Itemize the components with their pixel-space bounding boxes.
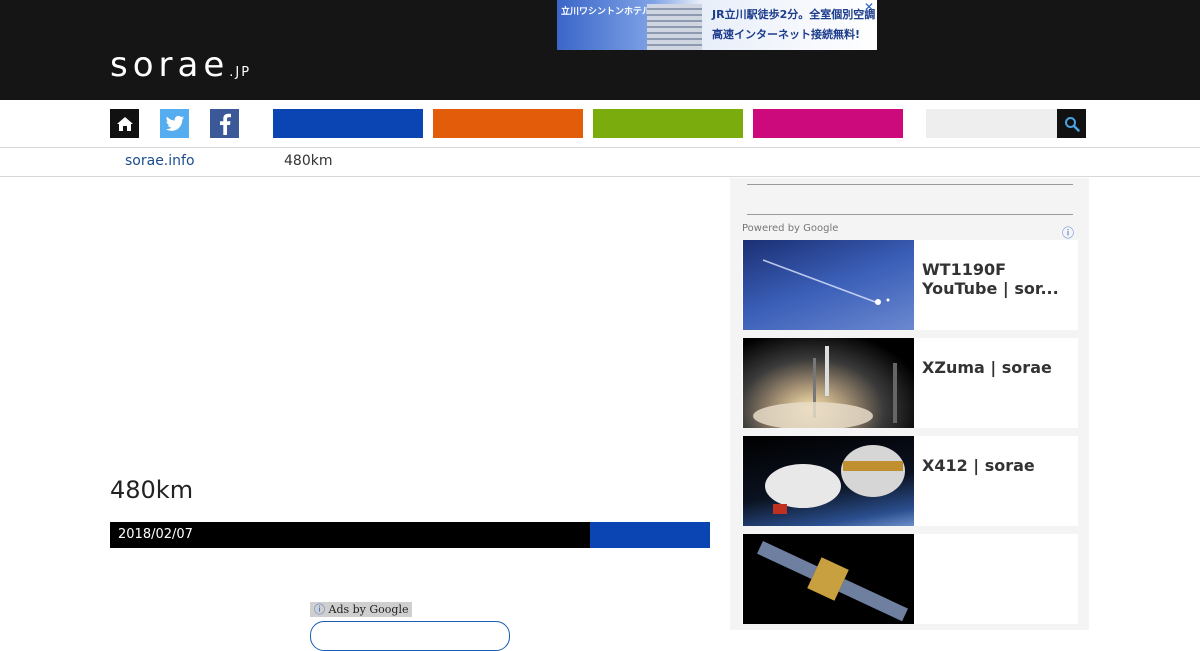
breadcrumb-current: 480km xyxy=(284,153,333,169)
logo-text: sorae xyxy=(110,45,230,85)
sidebar-divider xyxy=(747,184,1073,185)
sidebar: Powered by Google ⓘ WT1190F YouTube | so… xyxy=(730,178,1089,630)
home-button[interactable] xyxy=(110,109,139,138)
twitter-icon xyxy=(165,115,184,131)
ad-line-2: 高速インターネット接続無料! xyxy=(712,28,861,41)
related-article-card[interactable]: WT1190F YouTube | sor... xyxy=(742,240,1078,330)
related-article-card[interactable]: X412 | sorae xyxy=(742,436,1078,526)
related-title[interactable]: XZuma | sorae xyxy=(922,358,1072,377)
meteor-streak-image xyxy=(762,259,890,305)
ad-close-icon[interactable]: ✕ xyxy=(862,0,876,14)
rocket-launch-image xyxy=(753,346,897,428)
breadcrumb: sorae.info 480km xyxy=(0,148,1200,177)
breadcrumb-home-link[interactable]: sorae.info xyxy=(125,153,195,169)
logo-tld: .JP xyxy=(229,65,252,80)
search-input[interactable] xyxy=(926,109,1057,138)
article-title: 480km xyxy=(110,476,194,504)
site-logo[interactable]: sorae.JP xyxy=(110,48,251,90)
article-date: 2018/02/07 xyxy=(118,527,193,542)
category-news-button[interactable] xyxy=(273,109,423,138)
related-article-card[interactable]: XZuma | sorae xyxy=(742,338,1078,428)
category-rocket-button[interactable] xyxy=(433,109,583,138)
satellite-image xyxy=(757,540,908,622)
ad-line-1: JR立川駅徒歩2分。全室個別空調 xyxy=(712,8,876,21)
ad-building-image xyxy=(647,4,702,50)
site-header: sorae.JP 立川ワシントンホテル JR立川駅徒歩2分。全室個別空調 高速イ… xyxy=(0,0,1200,100)
related-title[interactable]: WT1190F YouTube | sor... xyxy=(922,260,1072,298)
facebook-icon xyxy=(219,113,231,135)
header-ad-banner[interactable]: 立川ワシントンホテル JR立川駅徒歩2分。全室個別空調 高速インターネット接続無… xyxy=(557,0,877,50)
ad-link-pill[interactable] xyxy=(310,621,510,651)
related-thumbnail[interactable] xyxy=(743,534,914,624)
home-icon xyxy=(116,116,133,131)
search-icon xyxy=(1064,116,1080,132)
ad-hotel-name: 立川ワシントンホテル xyxy=(561,7,652,17)
main-nav xyxy=(0,100,1200,148)
category-planet-button[interactable] xyxy=(593,109,743,138)
related-title[interactable]: X412 | sorae xyxy=(922,456,1072,475)
ads-by-google-label[interactable]: ⓘ Ads by Google xyxy=(310,602,413,617)
sidebar-divider xyxy=(747,214,1073,215)
info-icon[interactable]: ⓘ xyxy=(1062,224,1074,241)
ads-info-icon: ⓘ xyxy=(314,603,325,616)
related-article-card[interactable] xyxy=(742,534,1078,624)
category-astro-button[interactable] xyxy=(753,109,903,138)
twitter-button[interactable] xyxy=(160,109,189,138)
article-meta-bar: 2018/02/07 xyxy=(110,522,710,548)
article-category-tag[interactable] xyxy=(590,522,710,548)
ads-by-google-text: Ads by Google xyxy=(328,603,409,616)
powered-by-google: Powered by Google xyxy=(742,223,839,234)
spacecraft-image xyxy=(765,445,905,514)
search-button[interactable] xyxy=(1057,109,1086,138)
related-thumbnail[interactable] xyxy=(743,436,914,526)
related-thumbnail[interactable] xyxy=(743,240,914,330)
related-thumbnail[interactable] xyxy=(743,338,914,428)
facebook-button[interactable] xyxy=(210,109,239,138)
